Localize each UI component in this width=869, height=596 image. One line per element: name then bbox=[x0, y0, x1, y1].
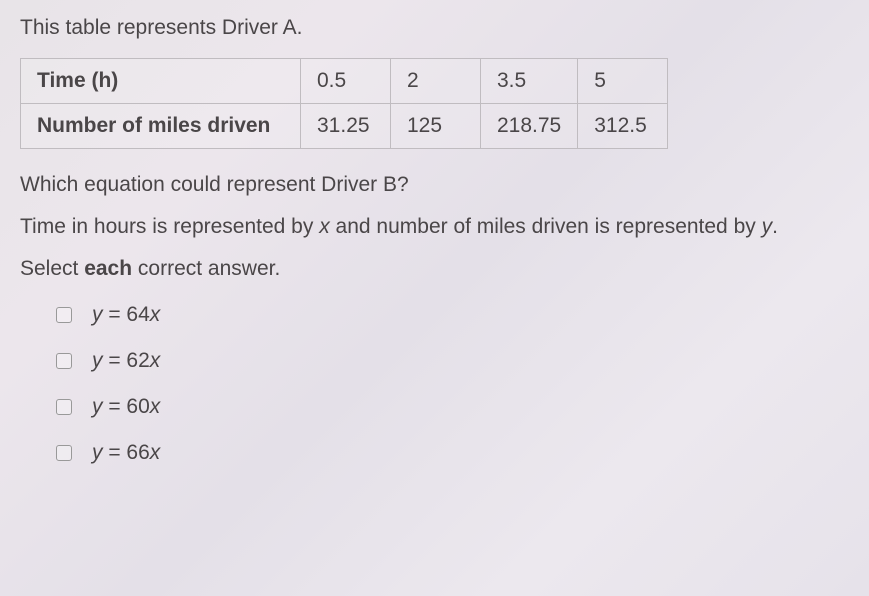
eq-y: y bbox=[92, 395, 103, 418]
var-x: x bbox=[319, 215, 330, 238]
table-row: Number of miles driven 31.25 125 218.75 … bbox=[21, 104, 668, 149]
eq-body: = 62 bbox=[103, 349, 150, 372]
eq-body: = 66 bbox=[103, 441, 150, 464]
select-prefix: Select bbox=[20, 257, 84, 280]
variable-description: Time in hours is represented by x and nu… bbox=[20, 215, 849, 239]
eq-y: y bbox=[92, 349, 103, 372]
eq-x: x bbox=[150, 349, 161, 372]
table-cell: 5 bbox=[578, 59, 668, 104]
table-cell: 218.75 bbox=[481, 104, 578, 149]
select-instruction: Select each correct answer. bbox=[20, 257, 849, 281]
question-page: This table represents Driver A. Time (h)… bbox=[0, 0, 869, 507]
row-header-miles: Number of miles driven bbox=[21, 104, 301, 149]
eq-x: x bbox=[150, 395, 161, 418]
table-cell: 3.5 bbox=[481, 59, 578, 104]
option-y-64x[interactable]: y = 64x bbox=[56, 303, 849, 327]
table-cell: 125 bbox=[391, 104, 481, 149]
desc-mid: and number of miles driven is represente… bbox=[330, 215, 762, 238]
eq-y: y bbox=[92, 441, 103, 464]
table-row: Time (h) 0.5 2 3.5 5 bbox=[21, 59, 668, 104]
option-y-60x[interactable]: y = 60x bbox=[56, 395, 849, 419]
checkbox-icon[interactable] bbox=[56, 399, 72, 415]
table-cell: 2 bbox=[391, 59, 481, 104]
checkbox-icon[interactable] bbox=[56, 445, 72, 461]
eq-x: x bbox=[150, 441, 161, 464]
eq-body: = 64 bbox=[103, 303, 150, 326]
eq-body: = 60 bbox=[103, 395, 150, 418]
option-label: y = 62x bbox=[92, 349, 160, 373]
desc-prefix: Time in hours is represented by bbox=[20, 215, 319, 238]
option-label: y = 64x bbox=[92, 303, 160, 327]
eq-x: x bbox=[150, 303, 161, 326]
driver-a-table: Time (h) 0.5 2 3.5 5 Number of miles dri… bbox=[20, 58, 668, 149]
question-text: Which equation could represent Driver B? bbox=[20, 173, 849, 197]
table-cell: 312.5 bbox=[578, 104, 668, 149]
checkbox-icon[interactable] bbox=[56, 307, 72, 323]
intro-text: This table represents Driver A. bbox=[20, 16, 849, 40]
answer-options: y = 64x y = 62x y = 60x y = 66x bbox=[56, 303, 849, 465]
option-label: y = 66x bbox=[92, 441, 160, 465]
desc-suffix: . bbox=[772, 215, 778, 238]
option-y-66x[interactable]: y = 66x bbox=[56, 441, 849, 465]
select-bold: each bbox=[84, 257, 132, 280]
eq-y: y bbox=[92, 303, 103, 326]
option-y-62x[interactable]: y = 62x bbox=[56, 349, 849, 373]
row-header-time: Time (h) bbox=[21, 59, 301, 104]
table-cell: 0.5 bbox=[301, 59, 391, 104]
var-y: y bbox=[762, 215, 773, 238]
select-suffix: correct answer. bbox=[132, 257, 280, 280]
table-cell: 31.25 bbox=[301, 104, 391, 149]
option-label: y = 60x bbox=[92, 395, 160, 419]
checkbox-icon[interactable] bbox=[56, 353, 72, 369]
